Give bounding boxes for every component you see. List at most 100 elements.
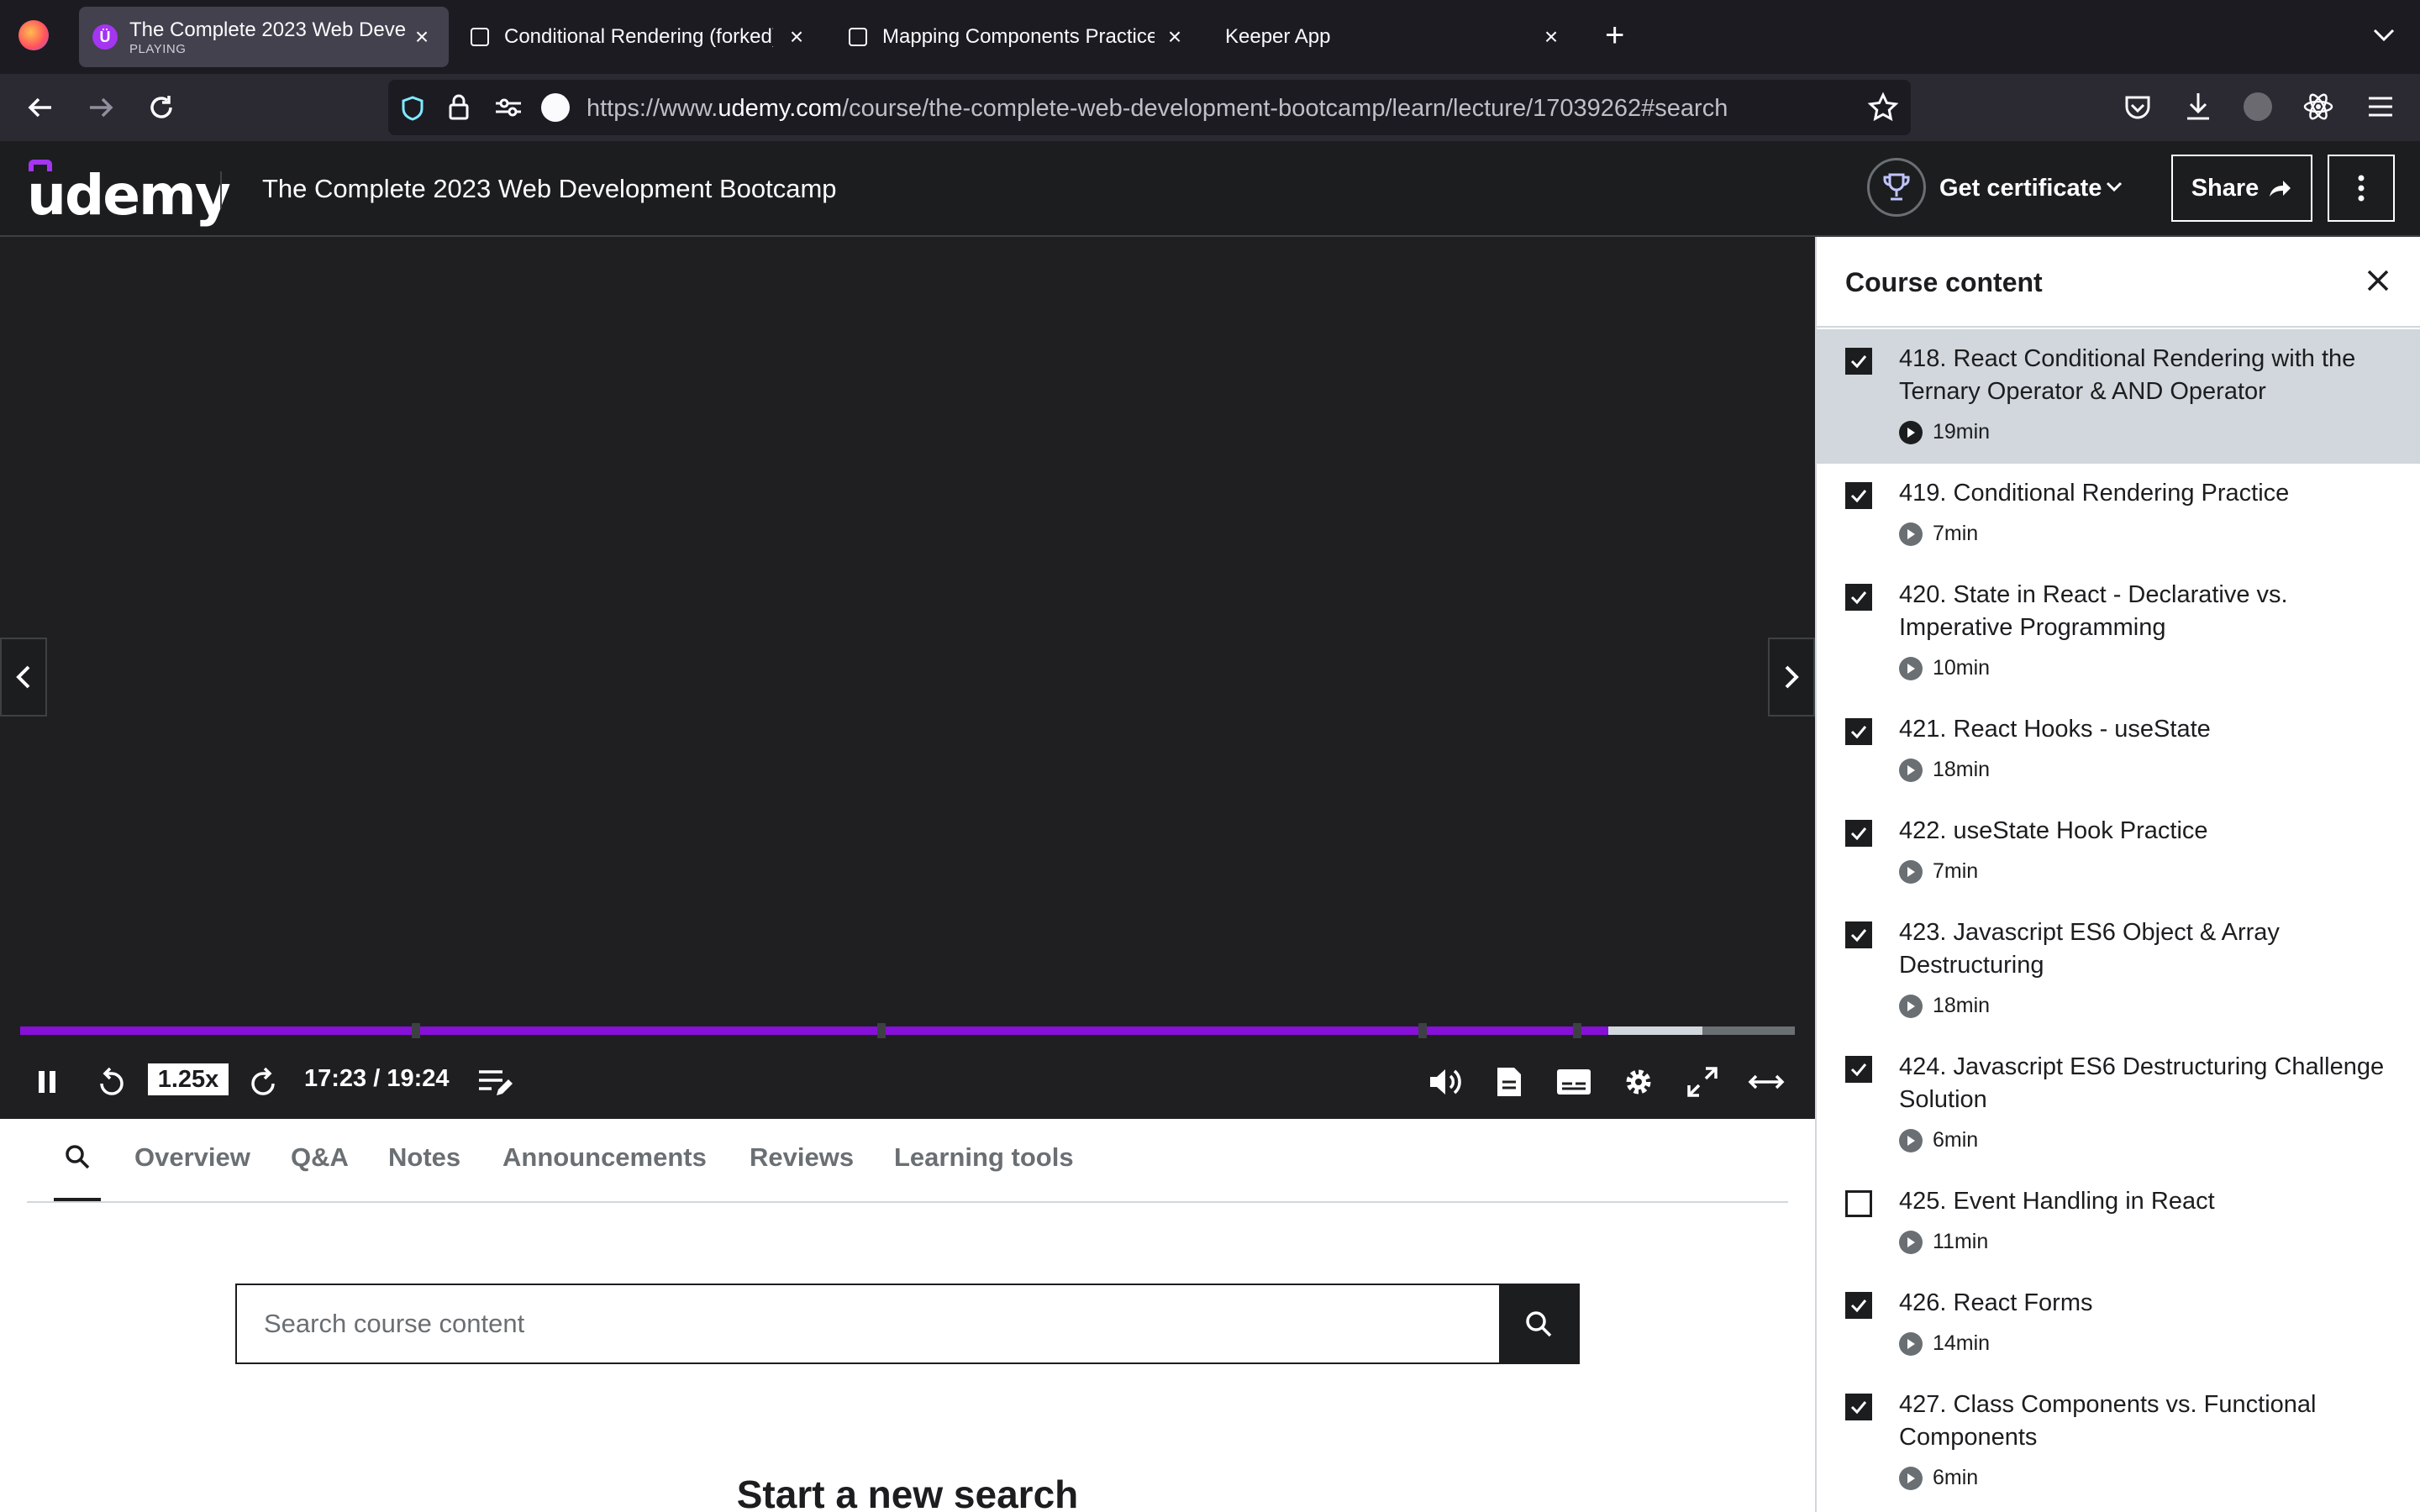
lecture-title: 425. Event Handling in React [1899, 1188, 2215, 1215]
tab-notes[interactable]: Notes [388, 1142, 460, 1173]
forward-button[interactable] [82, 89, 119, 126]
tab-learning-tools[interactable]: Learning tools [894, 1142, 1074, 1173]
tab-conditional-rendering[interactable]: Conditional Rendering (forked) × [471, 7, 823, 67]
trophy-icon[interactable] [1867, 158, 1926, 217]
tab-keeper-app[interactable]: Keeper App × [1225, 7, 1578, 67]
react-devtools-icon[interactable] [2302, 91, 2334, 123]
lecture-item[interactable]: 423. Javascript ES6 Object & Array Destr… [1817, 903, 2420, 1037]
search-course-content-input[interactable] [237, 1285, 1501, 1362]
next-lecture-button[interactable] [1768, 638, 1815, 717]
video-progress-bar[interactable] [20, 1023, 1795, 1038]
permissions-icon[interactable] [494, 97, 523, 118]
tab-overview[interactable]: Overview [134, 1142, 250, 1173]
lecture-title: 421. React Hooks - useState [1899, 716, 2211, 743]
volume-button[interactable] [1427, 1063, 1464, 1100]
duration-text: 10min [1933, 656, 1991, 680]
course-title[interactable]: The Complete 2023 Web Development Bootca… [262, 174, 837, 204]
lecture-tabs: Overview Q&A Notes Announcements Reviews… [27, 1119, 1788, 1203]
lecture-item[interactable]: 422. useState Hook Practice 7min [1817, 801, 2420, 903]
tracking-protection-shield-icon[interactable] [400, 95, 425, 122]
lecture-item[interactable]: 419. Conditional Rendering Practice 7min [1817, 464, 2420, 565]
settings-button[interactable] [1620, 1063, 1657, 1100]
more-options-button[interactable] [2328, 155, 2395, 222]
fullscreen-button[interactable] [1684, 1063, 1721, 1100]
close-tab-icon[interactable]: × [1163, 25, 1186, 49]
lecture-item[interactable]: 427. Class Components vs. Functional Com… [1817, 1375, 2420, 1509]
tab-reviews[interactable]: Reviews [750, 1142, 854, 1173]
rewind-5s-button[interactable] [92, 1063, 129, 1100]
lecture-duration: 6min [1899, 1466, 1978, 1490]
lecture-item[interactable]: 424. Javascript ES6 Destructuring Challe… [1817, 1037, 2420, 1172]
tab-qa[interactable]: Q&A [291, 1142, 349, 1173]
close-tab-icon[interactable]: × [1539, 25, 1563, 49]
fullscreen-icon [1687, 1067, 1718, 1097]
chevron-right-icon [1785, 665, 1799, 689]
firefox-icon[interactable] [18, 20, 49, 50]
lecture-item[interactable]: 425. Event Handling in React 11min [1817, 1172, 2420, 1273]
lecture-complete-checkbox[interactable] [1845, 1190, 1872, 1217]
playback-time: 17:23 / 19:24 [304, 1065, 450, 1092]
transcript-icon [1497, 1068, 1521, 1096]
play-circle-icon [1899, 758, 1923, 782]
tab-udemy-course[interactable]: Ü The Complete 2023 Web Develo PLAYING × [79, 7, 449, 67]
previous-lecture-button[interactable] [0, 638, 47, 717]
lecture-complete-checkbox[interactable] [1845, 584, 1872, 611]
duration-text: 11min [1933, 1230, 1989, 1253]
close-tab-icon[interactable]: × [785, 25, 808, 49]
lecture-complete-checkbox[interactable] [1845, 348, 1872, 375]
expand-view-button[interactable] [1744, 1063, 1788, 1100]
search-submit-button[interactable] [1499, 1285, 1578, 1362]
lecture-complete-checkbox[interactable] [1845, 1056, 1872, 1083]
pause-button[interactable] [30, 1065, 64, 1099]
url-text[interactable]: https://www.udemy.com/course/the-complet… [587, 95, 1728, 123]
downloads-icon[interactable] [2183, 91, 2213, 123]
transcript-button[interactable] [1492, 1063, 1526, 1100]
video-player[interactable]: 1.25x 17:23 / 19:24 [0, 237, 1815, 1119]
lecture-title: 424. Javascript ES6 Destructuring Challe… [1899, 1053, 2385, 1113]
tab-title: Mapping Components Practice ( [882, 25, 1155, 48]
forward-5s-button[interactable] [245, 1063, 282, 1100]
chevron-down-icon[interactable] [2102, 175, 2126, 198]
close-tab-icon[interactable]: × [410, 25, 434, 49]
back-button[interactable] [22, 89, 59, 126]
lecture-title: 419. Conditional Rendering Practice [1899, 480, 2290, 507]
site-identity-icon[interactable] [541, 93, 570, 122]
captions-button[interactable] [1555, 1065, 1593, 1099]
checkmark-icon [1850, 1063, 1867, 1077]
new-tab-button[interactable]: + [1605, 18, 1624, 52]
chapter-marker[interactable] [412, 1023, 420, 1038]
get-certificate-button[interactable]: Get certificate [1939, 175, 2102, 202]
duration-text: 14min [1933, 1331, 1991, 1355]
lecture-complete-checkbox[interactable] [1845, 482, 1872, 509]
tab-mapping-components[interactable]: Mapping Components Practice ( × [849, 7, 1202, 67]
bookmark-star-icon[interactable] [1867, 92, 1899, 123]
pocket-icon[interactable] [2123, 92, 2153, 123]
lock-icon[interactable] [447, 93, 471, 122]
lecture-item[interactable]: 420. State in React - Declarative vs. Im… [1817, 565, 2420, 700]
list-all-tabs-icon[interactable] [2371, 22, 2396, 47]
lecture-item[interactable]: 421. React Hooks - useState 18min [1817, 700, 2420, 801]
lecture-complete-checkbox[interactable] [1845, 718, 1872, 745]
lecture-complete-checkbox[interactable] [1845, 1292, 1872, 1319]
tab-search[interactable] [54, 1136, 101, 1201]
chapter-marker[interactable] [877, 1023, 886, 1038]
udemy-logo[interactable]: udemy [27, 163, 231, 228]
lecture-complete-checkbox[interactable] [1845, 1394, 1872, 1420]
reload-button[interactable] [143, 89, 180, 126]
lecture-title: 427. Class Components vs. Functional Com… [1899, 1391, 2317, 1451]
tab-announcements[interactable]: Announcements [502, 1142, 707, 1173]
add-note-button[interactable] [476, 1063, 516, 1100]
extension-icon[interactable] [2244, 92, 2272, 121]
lecture-item[interactable]: 418. React Conditional Rendering with th… [1817, 329, 2420, 464]
chapter-marker[interactable] [1573, 1023, 1581, 1038]
address-bar[interactable]: https://www.udemy.com/course/the-complet… [388, 80, 1911, 135]
menu-icon[interactable] [2366, 94, 2395, 119]
lecture-complete-checkbox[interactable] [1845, 820, 1872, 847]
close-icon[interactable] [2365, 267, 2391, 294]
chapter-marker[interactable] [1418, 1023, 1427, 1038]
checkmark-icon [1850, 591, 1867, 605]
lecture-complete-checkbox[interactable] [1845, 921, 1872, 948]
playback-speed-button[interactable]: 1.25x [148, 1063, 229, 1095]
lecture-item[interactable]: 426. React Forms 14min [1817, 1273, 2420, 1375]
share-button[interactable]: Share [2171, 155, 2312, 222]
